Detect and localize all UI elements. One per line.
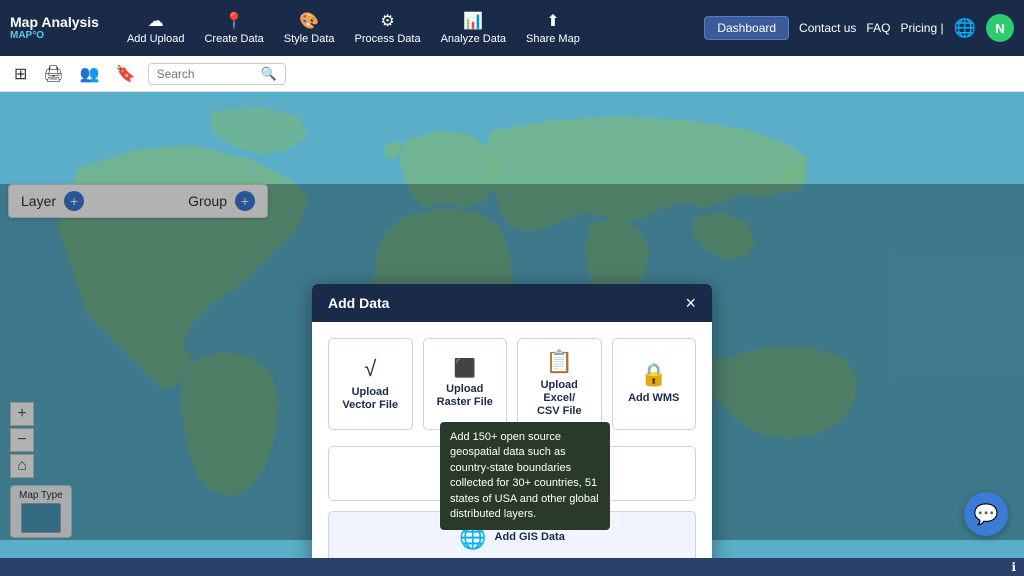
upload-raster-label: Upload Raster File (437, 383, 493, 409)
search-icon: 🔍 (261, 66, 277, 82)
nav-add-upload[interactable]: ☁ Add Upload (119, 7, 193, 49)
nav-style-data-label: Style Data (284, 33, 335, 45)
navbar: Map Analysis MAP°O ☁ Add Upload 📍 Create… (0, 0, 1024, 56)
analyze-icon: 📊 (463, 11, 483, 31)
pricing-link[interactable]: Pricing | (900, 21, 943, 35)
bookmark-icon[interactable]: 🔖 (112, 62, 140, 86)
upload-excel-label: Upload Excel/ CSV File (526, 379, 593, 419)
navbar-right: Dashboard Contact us FAQ Pricing | 🌐 N (704, 14, 1014, 42)
chat-icon: 💬 (974, 502, 999, 527)
brand-sub: MAP°O (10, 30, 99, 41)
globe-icon[interactable]: 🌐 (954, 18, 976, 39)
brand-title: Map Analysis (10, 15, 99, 30)
nav-items: ☁ Add Upload 📍 Create Data 🎨 Style Data … (119, 7, 704, 49)
contact-link[interactable]: Contact us (799, 21, 856, 35)
wms-icon: 🔒 (640, 362, 667, 388)
nav-analyze-data-label: Analyze Data (441, 33, 506, 45)
nav-create-data-label: Create Data (204, 33, 263, 45)
upload-excel-button[interactable]: 📋 Upload Excel/ CSV File (517, 338, 602, 430)
excel-icon: 📋 (546, 349, 573, 375)
nav-process-data-label: Process Data (355, 33, 421, 45)
add-wms-label: Add WMS (628, 392, 679, 405)
upload-vector-label: Upload Vector File (342, 386, 398, 412)
upload-icon: ☁ (148, 11, 164, 31)
nav-process-data[interactable]: ⚙ Process Data (347, 7, 429, 49)
nav-add-upload-label: Add Upload (127, 33, 185, 45)
upload-vector-button[interactable]: √ Upload Vector File (328, 338, 413, 430)
tooltip-text: Add 150+ open source geospatial data suc… (450, 431, 599, 520)
print-icon[interactable]: 🖨 (39, 62, 67, 86)
search-box: 🔍 (148, 63, 286, 85)
nav-analyze-data[interactable]: 📊 Analyze Data (433, 7, 514, 49)
share-icon: ⬆ (546, 11, 559, 31)
nav-share-map-label: Share Map (526, 33, 580, 45)
add-gis-label: Add GIS Data (495, 531, 565, 544)
brand: Map Analysis MAP°O (10, 15, 99, 41)
nav-style-data[interactable]: 🎨 Style Data (276, 7, 343, 49)
modal-header: Add Data × (312, 284, 712, 322)
raster-icon: ⬛ (454, 358, 476, 379)
toolbar: ⊞ 🖨 👥 🔖 🔍 (0, 56, 1024, 92)
faq-link[interactable]: FAQ (866, 21, 890, 35)
nav-create-data[interactable]: 📍 Create Data (196, 7, 271, 49)
nav-share-map[interactable]: ⬆ Share Map (518, 7, 588, 49)
map-container: Layer + Group + + − ⌂ Map Type Add Data … (0, 92, 1024, 558)
search-input[interactable] (157, 67, 257, 81)
modal-close-button[interactable]: × (685, 294, 696, 312)
pin-icon: 📍 (224, 11, 244, 31)
chat-button[interactable]: 💬 (964, 492, 1008, 536)
dashboard-button[interactable]: Dashboard (704, 16, 789, 40)
bottom-bar: ℹ (0, 558, 1024, 576)
add-wms-button[interactable]: 🔒 Add WMS (612, 338, 697, 430)
info-icon: ℹ (1011, 560, 1016, 574)
upload-raster-button[interactable]: ⬛ Upload Raster File (423, 338, 508, 430)
style-icon: 🎨 (299, 11, 319, 31)
vector-icon: √ (364, 356, 376, 382)
user-avatar[interactable]: N (986, 14, 1014, 42)
gis-tooltip: Add 150+ open source geospatial data suc… (440, 422, 610, 530)
modal-title: Add Data (328, 295, 389, 311)
users-icon[interactable]: 👥 (76, 62, 104, 86)
crop-icon[interactable]: ⊞ (10, 62, 31, 86)
process-icon: ⚙ (380, 11, 394, 31)
